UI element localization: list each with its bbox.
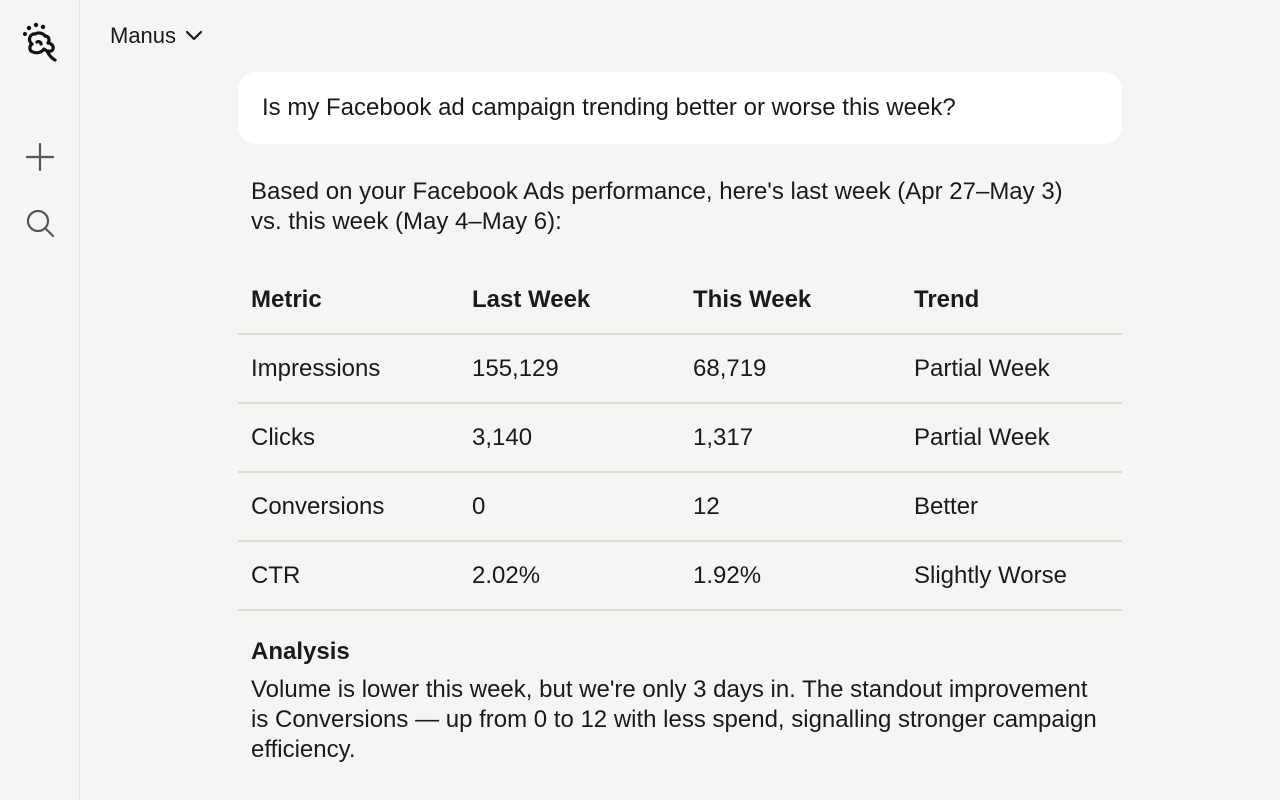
search-icon <box>26 209 55 238</box>
user-message: Is my Facebook ad campaign trending bett… <box>238 72 1122 144</box>
table-cell: CTR <box>238 541 459 611</box>
new-chat-button[interactable] <box>20 137 60 177</box>
table-header-row: Metric Last Week This Week Trend <box>238 267 1122 335</box>
table-row: CTR 2.02% 1.92% Slightly Worse <box>238 541 1122 611</box>
table-row: Conversions 0 12 Better <box>238 472 1122 542</box>
table-cell: 1.92% <box>680 541 901 611</box>
column-header: Metric <box>238 267 459 335</box>
table-cell: Slightly Worse <box>901 541 1122 611</box>
user-message-text: Is my Facebook ad campaign trending bett… <box>262 94 956 121</box>
table-cell: 3,140 <box>459 403 680 473</box>
analysis-heading: Analysis <box>251 638 350 665</box>
table-cell: 0 <box>459 472 680 542</box>
search-button[interactable] <box>20 203 60 243</box>
manus-logo-icon[interactable] <box>20 22 60 66</box>
metrics-table: Metric Last Week This Week Trend Impress… <box>238 267 1122 611</box>
column-header: Last Week <box>459 267 680 335</box>
column-header: This Week <box>680 267 901 335</box>
assistant-intro: Based on your Facebook Ads performance, … <box>251 178 1063 235</box>
plus-icon <box>25 142 55 172</box>
table-cell: Better <box>901 472 1122 542</box>
table-cell: Clicks <box>238 403 459 473</box>
model-name: Manus <box>110 23 177 48</box>
column-header: Trend <box>901 267 1122 335</box>
table-cell: Conversions <box>238 472 459 542</box>
table-cell: 12 <box>680 472 901 542</box>
analysis-text: Volume is lower this week, but we're onl… <box>251 676 1097 763</box>
sidebar <box>0 0 80 800</box>
table-cell: Impressions <box>238 334 459 404</box>
table-row: Clicks 3,140 1,317 Partial Week <box>238 403 1122 473</box>
table-cell: Partial Week <box>901 334 1122 404</box>
table-cell: 68,719 <box>680 334 901 404</box>
chevron-down-icon <box>185 30 203 41</box>
table-cell: Partial Week <box>901 403 1122 473</box>
conversation: Is my Facebook ad campaign trending bett… <box>238 72 1122 765</box>
table-cell: 2.02% <box>459 541 680 611</box>
table-cell: 155,129 <box>459 334 680 404</box>
table-cell: 1,317 <box>680 403 901 473</box>
assistant-message: Based on your Facebook Ads performance, … <box>238 177 1122 765</box>
model-switcher[interactable]: Manus <box>110 21 204 51</box>
table-row: Impressions 155,129 68,719 Partial Week <box>238 334 1122 404</box>
